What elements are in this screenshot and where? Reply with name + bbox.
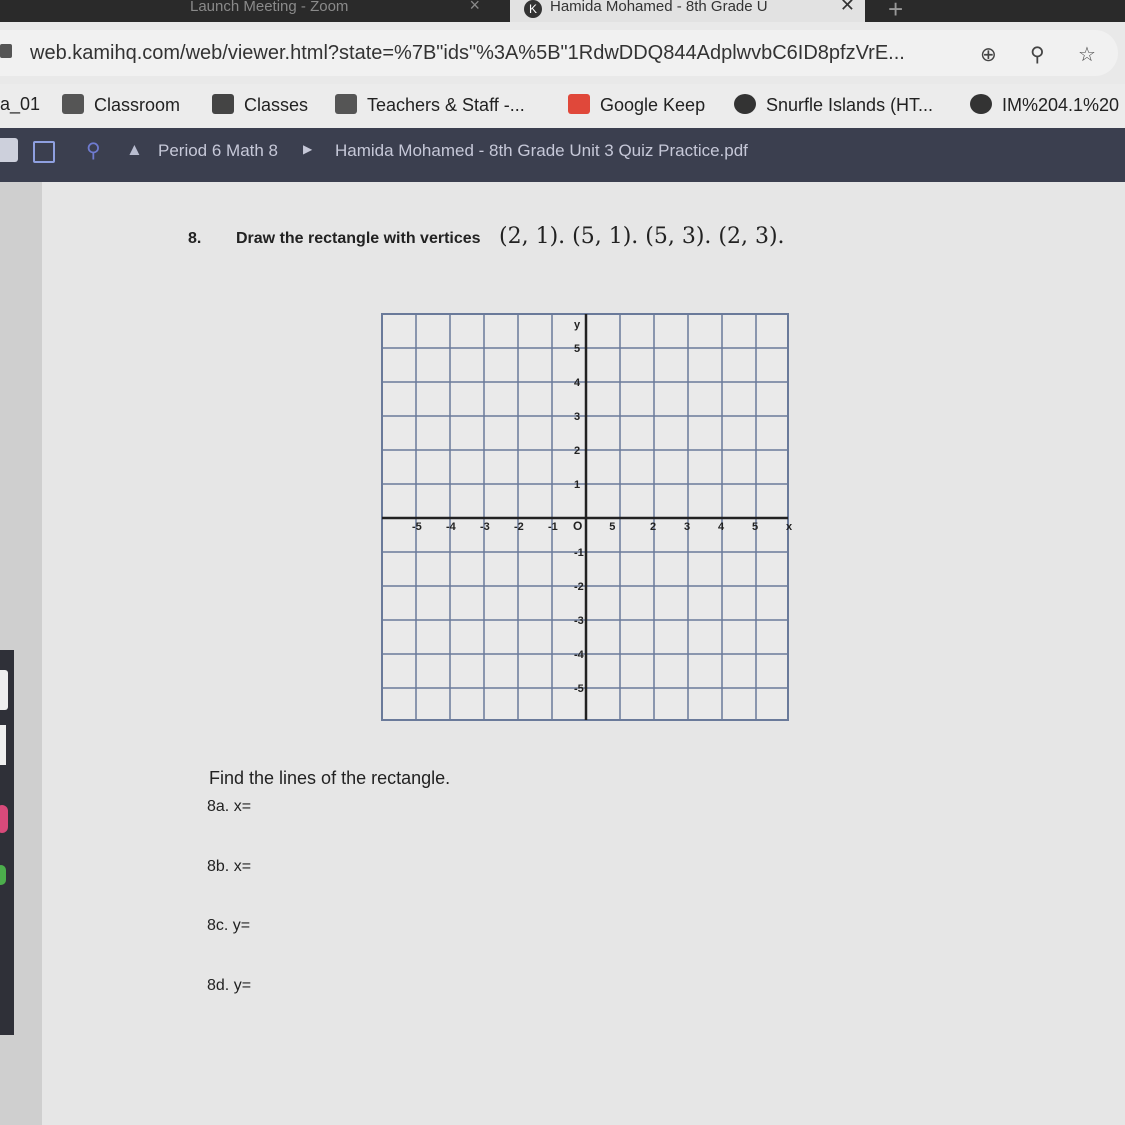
bookmark-teachers-staff[interactable]: Teachers & Staff -... (335, 94, 525, 116)
bookmark-label: Teachers & Staff -... (367, 95, 525, 115)
x-tick-label: -5 (412, 521, 422, 533)
bookmark-classes[interactable]: Classes (212, 94, 308, 116)
close-icon[interactable]: ✕ (840, 0, 855, 14)
bookmark-classroom[interactable]: Classroom (62, 94, 180, 116)
x-tick-label: x (786, 521, 792, 533)
snurfle-icon (734, 94, 756, 114)
url-field[interactable]: web.kamihq.com/web/viewer.html?state=%7B… (0, 30, 1118, 76)
x-tick-label: -1 (548, 521, 558, 533)
close-icon[interactable]: × (469, 0, 480, 14)
search-icon[interactable]: ⚲ (86, 138, 101, 163)
tab-kami[interactable]: K Hamida Mohamed - 8th Grade U ✕ (510, 0, 865, 22)
x-tick-label: 2 (650, 521, 656, 533)
y-tick-label: 1 (574, 479, 580, 491)
bookmark-star-icon[interactable]: ☆ (1078, 42, 1096, 67)
y-tick-label: y (574, 319, 581, 331)
classroom-icon (335, 94, 357, 114)
chevron-right-icon: ▶ (303, 142, 313, 156)
x-tick-label: -2 (514, 521, 524, 533)
y-tick-label: -2 (574, 581, 584, 593)
kami-icon (970, 94, 992, 114)
toolbar-handle[interactable] (0, 725, 6, 765)
keep-icon (568, 94, 590, 114)
tab-zoom[interactable]: Launch Meeting - Zoom × (190, 0, 490, 22)
y-tick-label: -1 (574, 547, 584, 559)
breadcrumb-folder[interactable]: Period 6 Math 8 (158, 141, 278, 161)
bookmarks-bar: a_01 Classroom Classes Teachers & Staff … (0, 84, 1125, 129)
toolbar-handle[interactable] (0, 670, 8, 710)
address-bar: web.kamihq.com/web/viewer.html?state=%7B… (0, 22, 1125, 84)
color-swatch[interactable] (0, 865, 6, 885)
question-number: 8. (188, 230, 202, 247)
answer-8c[interactable]: 8c. y= (207, 917, 250, 935)
question-prompt: Draw the rectangle with vertices (236, 230, 481, 247)
tab-strip: Launch Meeting - Zoom × K Hamida Mohamed … (0, 0, 1125, 24)
bookmark-google-keep[interactable]: Google Keep (568, 94, 705, 116)
origin-label: O (573, 519, 582, 533)
bookmark-label: a_01 (0, 94, 41, 114)
bookmark-snurfle[interactable]: Snurfle Islands (HT... (734, 94, 933, 116)
annotation-toolbar (0, 650, 14, 1035)
x-tick-label: 3 (684, 521, 690, 533)
bookmark-a01[interactable]: a_01 (0, 94, 40, 115)
y-tick-label: 5 (574, 343, 580, 355)
question-vertices: (2, 1). (5, 1). (5, 3). (2, 3). (499, 224, 785, 249)
bookmark-label: IM%204.1%20 (1002, 95, 1120, 115)
lock-icon (0, 44, 12, 58)
coordinate-grid[interactable]: -5 -4 -3 -2 -1 5 2 3 4 5 x y 5 4 3 2 1 -1 -2 -3 -4 -5 O (380, 312, 792, 724)
color-swatch[interactable] (0, 805, 8, 833)
bookmark-label: Snurfle Islands (HT... (766, 95, 934, 115)
tab-kami-label: Hamida Mohamed - 8th Grade U (550, 0, 768, 15)
classes-icon (212, 94, 234, 114)
bookmark-label: Classroom (94, 95, 181, 115)
x-tick-label: 5 (609, 521, 615, 533)
zoom-icon[interactable]: ⚲ (1030, 42, 1045, 67)
find-instruction: Find the lines of the rectangle. (209, 768, 451, 788)
tab-zoom-label: Launch Meeting - Zoom (190, 0, 349, 15)
bookmark-label: Google Keep (600, 95, 706, 115)
answer-8d[interactable]: 8d. y= (207, 977, 251, 995)
y-tick-label: 4 (574, 377, 581, 389)
y-tick-label: -4 (574, 649, 585, 661)
y-tick-label: 3 (574, 411, 580, 423)
classroom-icon (62, 94, 84, 114)
drive-icon: ▲ (126, 140, 143, 159)
y-tick-label: -3 (574, 615, 584, 627)
url-text: web.kamihq.com/web/viewer.html?state=%7B… (30, 42, 905, 64)
install-icon[interactable]: ⊕ (980, 42, 997, 67)
answer-8b[interactable]: 8b. x= (207, 858, 251, 876)
y-tick-label: 2 (574, 445, 580, 457)
x-tick-label: 5 (752, 521, 758, 533)
y-tick-label: -5 (574, 683, 584, 695)
x-tick-label: -3 (480, 521, 490, 533)
x-tick-label: -4 (446, 521, 457, 533)
viewer-toolbar: ⚲ ▲ Period 6 Math 8 ▶ Hamida Mohamed - 8… (0, 128, 1125, 182)
bookmark-im[interactable]: IM%204.1%20 (970, 94, 1119, 116)
answer-8a[interactable]: 8a. x= (207, 798, 251, 816)
x-tick-label: 4 (718, 521, 725, 533)
sidebar-toggle-icon[interactable] (0, 138, 18, 162)
bookmark-label: Classes (244, 95, 309, 115)
page-icon[interactable] (33, 141, 55, 163)
kami-icon: K (524, 0, 542, 18)
document-title[interactable]: Hamida Mohamed - 8th Grade Unit 3 Quiz P… (335, 141, 748, 161)
